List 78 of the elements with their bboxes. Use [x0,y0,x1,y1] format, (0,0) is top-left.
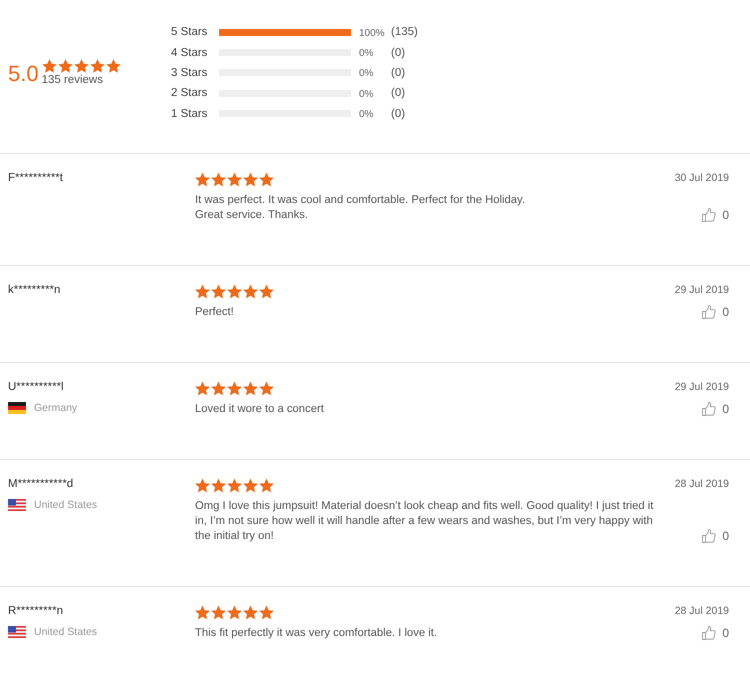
thumbs-up-icon [702,305,716,320]
star-icon [195,380,210,396]
star-icon [227,478,242,493]
review-date: 29 Jul 2019 [674,282,729,298]
review-count-text: (135) [391,26,418,38]
reviewer-name: k*********n [8,282,60,298]
star-icon [195,604,210,620]
star-icon [243,604,258,620]
star-icon [211,380,226,396]
reviewer-name: U**********l [8,380,64,395]
star-icon [211,478,226,493]
thumbs-up-icon [702,208,716,222]
review-text: This fit perfectly it was very comfortable. I love it. [195,626,438,641]
star-icon [195,478,210,493]
review-date: 30 Jul 2019 [674,170,729,186]
percent-text: 0% [358,108,374,120]
review-text: Omg I love this jumpsuit! Material doesn’t look cheap and fits well. Good quality! I just tried it in, I’m not sure how well it will handle after a few wears and washes, but I’m very happy with the initial try on! [195,498,654,544]
review-count-text: (0) [391,46,406,59]
percent-text: 0% [358,47,374,60]
star-level-label: 1 Stars [171,108,208,120]
percent-text: 100% [358,26,386,39]
star-icon [211,604,226,620]
review-count-text: (0) [391,87,406,100]
star-icon [211,172,226,187]
star-icon [106,58,121,73]
like-button[interactable]: 0 [702,626,729,641]
flag-icon [8,402,26,414]
star-icon [243,380,258,396]
like-button[interactable]: 0 [702,528,729,544]
flag-icon [8,498,26,511]
star-icon [227,284,242,299]
star-icon [42,58,57,73]
star-level-label: 5 Stars [171,26,208,38]
star-icon [227,172,242,187]
star-icon [195,284,210,299]
star-icon [259,604,274,620]
review-date: 28 Jul 2019 [674,604,729,619]
thumbs-up-icon [702,529,716,544]
country-name: United States [34,498,98,511]
star-icon [195,172,210,187]
flag-icon [8,626,26,638]
reviewer-name: M***********d [8,476,74,492]
star-level-label: 2 Stars [171,87,208,100]
review-text: Loved it wore to a concert [195,402,325,417]
star-icon [243,172,258,187]
average-rating: 5.0 [8,62,39,86]
star-icon [259,478,274,493]
star-icon [90,58,105,73]
review-count: 135 reviews [42,72,104,87]
like-button[interactable]: 0 [702,304,729,320]
star-icon [259,380,274,396]
star-icon [211,284,226,299]
percent-text: 0% [358,88,374,100]
star-icon [243,284,258,299]
star-icon [243,478,258,493]
star-level-label: 3 Stars [171,66,208,79]
reviewer-name: F**********t [8,170,63,186]
star-icon [74,58,89,73]
review-count-text: (0) [391,66,406,79]
star-level-label: 4 Stars [171,46,208,59]
thumbs-up-icon [702,626,716,640]
star-icon [259,172,274,187]
country-name: United States [34,626,98,638]
star-icon [227,380,242,396]
review-text: It was perfect. It was cool and comfortable. Perfect for the Holiday. Great service. Thanks. [195,192,526,223]
country-name: Germany [34,402,78,414]
star-icon [227,604,242,620]
thumbs-up-icon [702,402,716,416]
like-button[interactable]: 0 [702,402,729,417]
reviewer-name: R*********n [8,604,63,619]
star-icon [259,284,274,299]
like-button[interactable]: 0 [702,208,729,223]
review-text: Perfect! [195,304,235,320]
percent-text: 0% [358,67,374,80]
review-date: 28 Jul 2019 [674,476,729,492]
review-count-text: (0) [391,108,406,120]
star-icon [58,58,73,73]
review-date: 29 Jul 2019 [674,380,729,395]
